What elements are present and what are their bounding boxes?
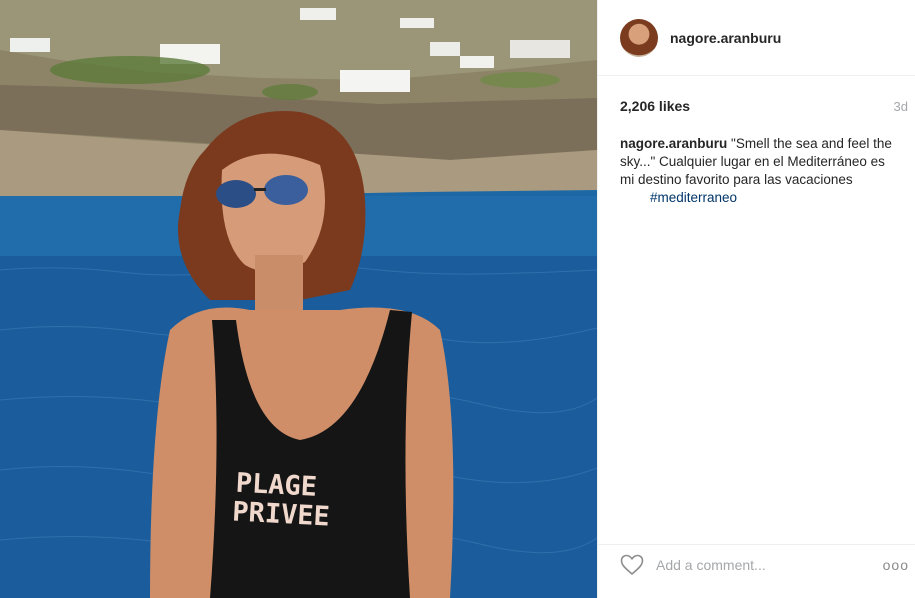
likes-count[interactable]: 2,206 likes: [620, 98, 690, 114]
post-caption: nagore.aranburu "Smell the sea and feel …: [620, 135, 897, 207]
author-username[interactable]: nagore.aranburu: [670, 30, 781, 46]
post-time[interactable]: 3d: [894, 99, 908, 114]
caption-username[interactable]: nagore.aranburu: [620, 136, 727, 151]
comment-bar: ooo: [598, 544, 915, 584]
hashtag-link[interactable]: #mediterraneo: [650, 190, 737, 205]
comment-input[interactable]: [654, 555, 868, 574]
more-options-icon[interactable]: ooo: [883, 557, 909, 573]
post-meta: 2,206 likes 3d: [620, 98, 908, 114]
post-photo[interactable]: PLAGE PRIVEE: [0, 0, 597, 598]
instagram-post: PLAGE PRIVEE nagore.aranburu 2,206 likes…: [0, 0, 915, 598]
avatar[interactable]: [620, 18, 658, 57]
post-sidebar: nagore.aranburu 2,206 likes 3d nagore.ar…: [597, 0, 915, 598]
post-header: nagore.aranburu: [598, 0, 915, 76]
swimsuit-text-line2: PRIVEE: [232, 496, 331, 532]
photo-illustration: PLAGE PRIVEE: [0, 0, 597, 598]
heart-outline-icon[interactable]: [620, 554, 644, 576]
